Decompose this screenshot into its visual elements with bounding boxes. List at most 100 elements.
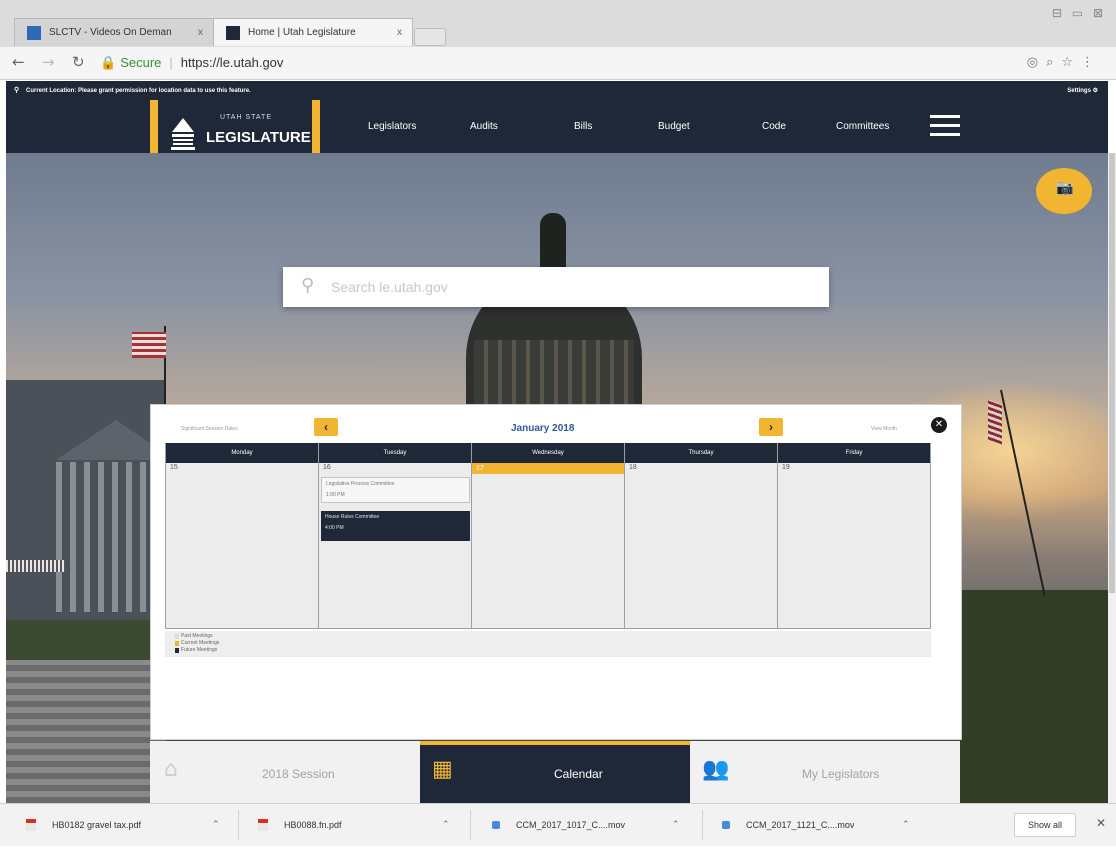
divider bbox=[238, 810, 239, 840]
day-column-wednesday[interactable]: Wednesday 17 bbox=[472, 443, 625, 629]
nav-audits[interactable]: Audits bbox=[470, 121, 498, 132]
slctv-favicon-icon bbox=[27, 26, 41, 40]
download-filename: HB0182 gravel tax.pdf bbox=[52, 820, 142, 830]
pdf-file-icon bbox=[258, 819, 268, 831]
show-all-button[interactable]: Show all bbox=[1014, 813, 1076, 837]
nav-budget[interactable]: Budget bbox=[658, 121, 690, 132]
day-number: 15 bbox=[170, 464, 178, 471]
toolbar-icons[interactable]: ◎⌕☆⋮ bbox=[1027, 55, 1102, 70]
page-scrollbar[interactable] bbox=[1108, 153, 1116, 803]
day-header: Tuesday bbox=[319, 443, 471, 463]
legend-label: Current Meetings bbox=[181, 640, 220, 646]
chevron-up-icon[interactable]: ⌃ bbox=[672, 804, 680, 847]
chevron-left-icon: ‹ bbox=[324, 420, 328, 434]
close-shelf-icon[interactable]: ✕ bbox=[1096, 816, 1106, 830]
chevron-up-icon[interactable]: ⌃ bbox=[902, 804, 910, 847]
day-column-monday[interactable]: Monday 15 bbox=[166, 443, 319, 629]
view-month-link[interactable]: View Month bbox=[871, 426, 897, 432]
browser-tab-strip: SLCTV - Videos On Deman x Home | Utah Le… bbox=[0, 0, 1116, 47]
day-header: Friday bbox=[778, 443, 930, 463]
download-filename: CCM_2017_1121_C....mov bbox=[746, 820, 855, 830]
chevron-right-icon: › bbox=[769, 420, 773, 434]
tab-calendar[interactable]: ▦ Calendar bbox=[420, 741, 690, 803]
browser-tab-slctv[interactable]: SLCTV - Videos On Deman x bbox=[14, 18, 214, 46]
secure-label: Secure bbox=[120, 55, 162, 70]
hamburger-menu-icon[interactable] bbox=[930, 115, 960, 137]
lock-icon: 🔒 bbox=[100, 55, 117, 70]
legend-label: Past Meetings bbox=[181, 633, 213, 639]
pdf-file-icon bbox=[26, 819, 36, 831]
calendar-icon: ▦ bbox=[432, 757, 453, 782]
nav-committees[interactable]: Committees bbox=[836, 121, 889, 132]
search-input[interactable] bbox=[331, 275, 811, 299]
tab-label: 2018 Session bbox=[262, 767, 335, 781]
zoom-icon[interactable]: ⌕ bbox=[1046, 55, 1061, 70]
event-time: 4:00 PM bbox=[325, 525, 344, 531]
capitol-dome-lantern bbox=[540, 213, 566, 273]
tab-close-icon[interactable]: x bbox=[397, 19, 402, 46]
calendar-event[interactable]: Legislative Process Committee 1:00 PM bbox=[321, 477, 470, 503]
lawn-right bbox=[960, 590, 1108, 803]
nav-legislators[interactable]: Legislators bbox=[368, 121, 416, 132]
day-header: Thursday bbox=[625, 443, 777, 463]
location-notice-bar: ⚲ Current Location: Please grant permiss… bbox=[6, 81, 1108, 101]
download-filename: CCM_2017_1017_C....mov bbox=[516, 820, 626, 830]
tab-2018-session[interactable]: ⌂ 2018 Session bbox=[150, 741, 420, 803]
window-controls[interactable]: ⊟ ▭ ⊠ bbox=[1052, 6, 1106, 20]
flag-right bbox=[988, 399, 1002, 445]
nav-code[interactable]: Code bbox=[762, 121, 786, 132]
address-separator: | bbox=[169, 55, 173, 70]
camera-icon: 📷 bbox=[1056, 180, 1074, 196]
download-item[interactable]: HB0088.fn.pdf ⌃ bbox=[258, 804, 458, 847]
balustrade bbox=[6, 560, 66, 572]
back-arrow-icon[interactable]: ← bbox=[12, 53, 25, 71]
capitol-wing bbox=[6, 380, 176, 630]
tab-title: Home | Utah Legislature bbox=[248, 27, 356, 38]
scrollbar-thumb[interactable] bbox=[1109, 153, 1115, 593]
new-tab-button[interactable] bbox=[414, 28, 446, 46]
menu-dots-icon[interactable]: ⋮ bbox=[1081, 55, 1102, 70]
flag-left bbox=[132, 332, 166, 358]
settings-link[interactable]: Settings ⚙ bbox=[1067, 81, 1098, 101]
address-bar[interactable]: 🔒 Secure | https://le.utah.gov bbox=[100, 52, 1000, 74]
location-icon[interactable]: ◎ bbox=[1027, 55, 1046, 70]
day-number: 18 bbox=[629, 464, 637, 471]
day-number-today: 17 bbox=[472, 463, 624, 474]
legislature-favicon-icon bbox=[226, 26, 240, 40]
download-item[interactable]: CCM_2017_1017_C....mov ⌃ bbox=[490, 804, 690, 847]
chevron-up-icon[interactable]: ⌃ bbox=[442, 804, 450, 847]
legend-swatch bbox=[175, 648, 179, 653]
tab-close-icon[interactable]: x bbox=[198, 19, 203, 46]
day-column-thursday[interactable]: Thursday 18 bbox=[625, 443, 778, 629]
gear-icon: ⚙ bbox=[1092, 88, 1098, 94]
legend-item: Future Meetings bbox=[175, 647, 921, 654]
logo-big-text: LEGISLATURE bbox=[206, 129, 311, 146]
browser-tab-utah-legislature[interactable]: Home | Utah Legislature x bbox=[213, 18, 413, 46]
prev-month-button[interactable]: ‹ bbox=[314, 418, 338, 436]
close-modal-button[interactable]: ✕ bbox=[931, 417, 947, 433]
logo-small-text: UTAH STATE bbox=[220, 114, 272, 121]
location-notice-text: Current Location: Please grant permissio… bbox=[26, 88, 251, 94]
tab-my-legislators[interactable]: 👥 My Legislators bbox=[690, 741, 960, 803]
chevron-up-icon[interactable]: ⌃ bbox=[212, 804, 220, 847]
reload-icon[interactable]: ↻ bbox=[72, 53, 85, 71]
tab-title: SLCTV - Videos On Deman bbox=[49, 27, 172, 38]
download-item[interactable]: CCM_2017_1121_C....mov ⌃ bbox=[720, 804, 920, 847]
download-shelf: HB0182 gravel tax.pdf ⌃ HB0088.fn.pdf ⌃ … bbox=[0, 803, 1116, 846]
nav-bills[interactable]: Bills bbox=[574, 121, 592, 132]
calendar-event[interactable]: House Rules Committee 4:00 PM bbox=[321, 511, 470, 541]
day-column-tuesday[interactable]: Tuesday 16 Legislative Process Committee… bbox=[319, 443, 472, 629]
calendar-week-grid: Monday 15 Tuesday 16 Legislative Process… bbox=[165, 443, 931, 629]
significant-dates-link[interactable]: Significant Session Dates bbox=[181, 426, 238, 432]
forward-arrow-icon[interactable]: → bbox=[42, 53, 55, 71]
month-title: January 2018 bbox=[511, 423, 575, 434]
day-header: Monday bbox=[166, 443, 318, 463]
next-month-button[interactable]: › bbox=[759, 418, 783, 436]
legend-swatch bbox=[175, 634, 179, 639]
photo-credit-badge[interactable]: 📷 bbox=[1036, 168, 1092, 214]
tab-label: Calendar bbox=[554, 767, 603, 781]
download-item[interactable]: HB0182 gravel tax.pdf ⌃ bbox=[26, 804, 226, 847]
star-icon[interactable]: ☆ bbox=[1061, 55, 1081, 70]
day-number: 19 bbox=[782, 464, 790, 471]
day-column-friday[interactable]: Friday 19 bbox=[778, 443, 931, 629]
